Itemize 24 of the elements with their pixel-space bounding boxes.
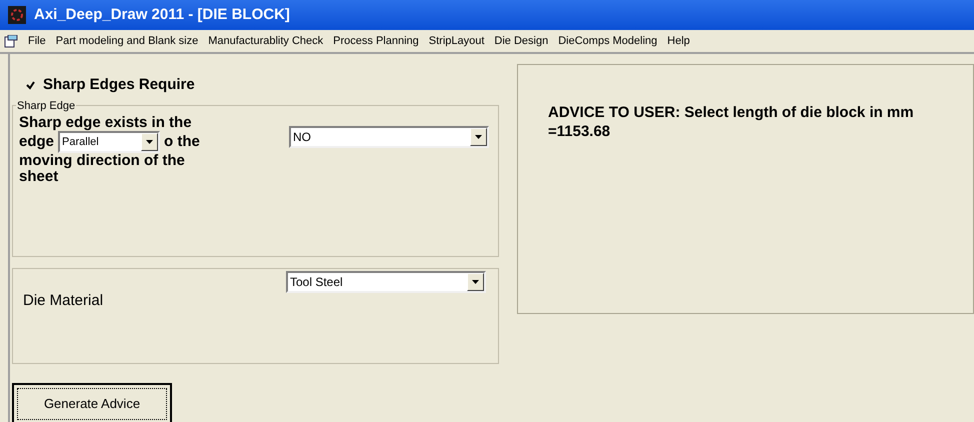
menu-item[interactable]: Manufacturablity Check [208, 32, 324, 50]
advice-text: ADVICE TO USER: Select length of die block in mm =1153.68 [548, 103, 915, 141]
label-text: moving direction of the [19, 153, 186, 169]
label-text: edge [19, 134, 54, 150]
label-text: sheet [19, 169, 58, 185]
checkbox-label: Sharp Edges Require [43, 74, 195, 95]
menu-item[interactable]: Part modeling and Blank size [56, 32, 198, 50]
dropdown[interactable]: NO [289, 126, 489, 148]
dropdown[interactable]: Parallel [58, 131, 160, 153]
menu-item[interactable]: Help [667, 32, 690, 50]
label-text: Sharp edge exists in the [19, 115, 193, 131]
menu-item[interactable]: Process Planning [333, 32, 419, 50]
window-title: Axi_Deep_Draw 2011 - [DIE BLOCK] [34, 4, 290, 25]
menu-item[interactable]: DieComps Modeling [558, 32, 658, 50]
dropdown[interactable]: Tool Steel [286, 271, 486, 293]
app-icon [8, 6, 26, 24]
generate-advice-button[interactable]: Generate Advice [12, 383, 172, 422]
menu-item[interactable]: File [28, 32, 46, 50]
menu-item[interactable]: Die Design [494, 32, 548, 50]
group-title: Sharp Edge [16, 98, 76, 114]
die-material-label: Die Material [23, 291, 104, 311]
label-text: o the [164, 134, 200, 150]
menu-item[interactable]: StripLayout [428, 32, 484, 50]
document-icon[interactable] [4, 34, 18, 48]
